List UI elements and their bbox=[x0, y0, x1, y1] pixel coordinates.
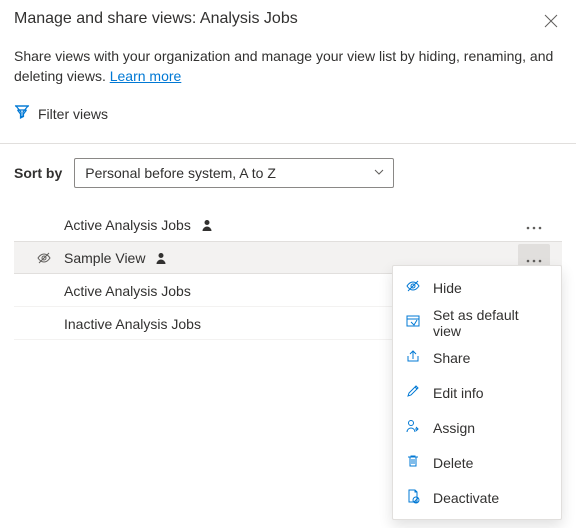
menu-label: Assign bbox=[433, 420, 475, 436]
divider bbox=[0, 143, 576, 144]
context-menu: Hide Set as default view Share Edit info… bbox=[392, 265, 562, 520]
dialog-title: Manage and share views: Analysis Jobs bbox=[14, 10, 298, 28]
dialog-description: Share views with your organization and m… bbox=[14, 47, 562, 86]
menu-hide[interactable]: Hide bbox=[393, 270, 561, 305]
deactivate-icon bbox=[405, 488, 421, 507]
menu-deactivate[interactable]: Deactivate bbox=[393, 480, 561, 515]
menu-label: Share bbox=[433, 350, 470, 366]
menu-edit[interactable]: Edit info bbox=[393, 375, 561, 410]
menu-label: Set as default view bbox=[433, 307, 549, 339]
filter-views-button[interactable]: Filter views bbox=[14, 104, 562, 123]
view-name: Active Analysis Jobs bbox=[64, 217, 191, 233]
person-icon bbox=[201, 219, 213, 231]
menu-label: Edit info bbox=[433, 385, 484, 401]
person-icon bbox=[155, 252, 167, 264]
more-icon bbox=[526, 217, 542, 233]
menu-delete[interactable]: Delete bbox=[393, 445, 561, 480]
list-item[interactable]: Active Analysis Jobs bbox=[14, 208, 562, 241]
menu-label: Hide bbox=[433, 280, 462, 296]
delete-icon bbox=[405, 453, 421, 472]
filter-views-label: Filter views bbox=[38, 106, 108, 122]
sort-select-value: Personal before system, A to Z bbox=[85, 165, 276, 181]
view-name: Sample View bbox=[64, 250, 145, 266]
share-icon bbox=[405, 348, 421, 367]
more-icon bbox=[526, 250, 542, 266]
menu-label: Deactivate bbox=[433, 490, 499, 506]
sort-select[interactable]: Personal before system, A to Z bbox=[74, 158, 394, 188]
menu-label: Delete bbox=[433, 455, 473, 471]
menu-assign[interactable]: Assign bbox=[393, 410, 561, 445]
close-button[interactable] bbox=[540, 10, 562, 35]
more-button[interactable] bbox=[518, 211, 550, 239]
learn-more-link[interactable]: Learn more bbox=[110, 68, 182, 84]
menu-set-default[interactable]: Set as default view bbox=[393, 305, 561, 340]
assign-icon bbox=[405, 418, 421, 437]
hidden-icon bbox=[34, 250, 54, 266]
description-text: Share views with your organization and m… bbox=[14, 48, 553, 84]
view-name: Active Analysis Jobs bbox=[64, 283, 191, 299]
chevron-down-icon bbox=[373, 165, 385, 181]
close-icon bbox=[544, 16, 558, 31]
filter-icon bbox=[14, 104, 30, 123]
default-view-icon bbox=[405, 313, 421, 332]
edit-icon bbox=[405, 383, 421, 402]
view-name: Inactive Analysis Jobs bbox=[64, 316, 201, 332]
menu-share[interactable]: Share bbox=[393, 340, 561, 375]
hide-icon bbox=[405, 278, 421, 297]
sort-by-label: Sort by bbox=[14, 165, 62, 181]
